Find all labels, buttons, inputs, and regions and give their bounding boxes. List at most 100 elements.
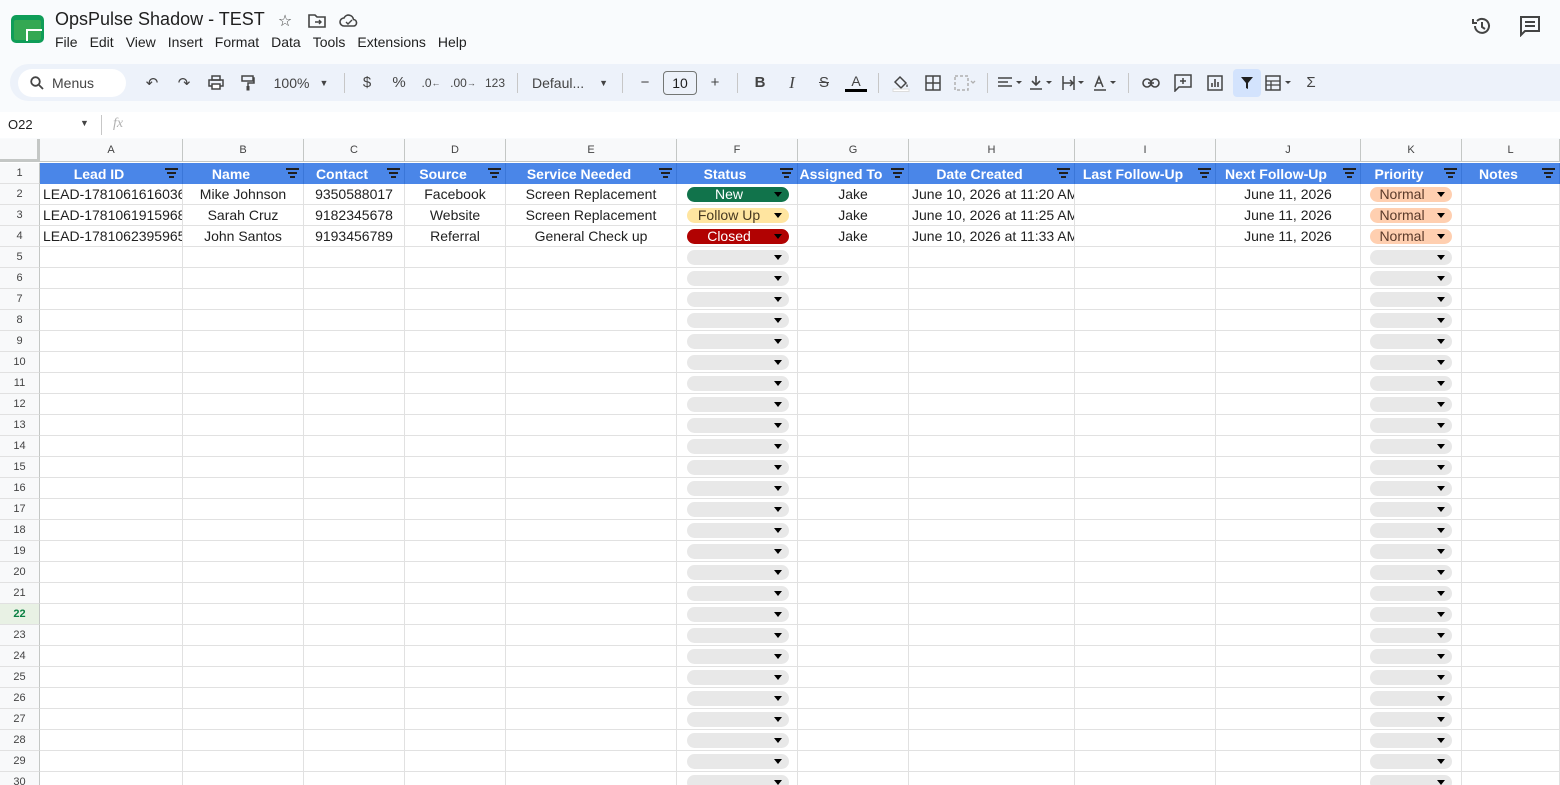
column-header-f[interactable]: F [677, 139, 798, 162]
priority-dropdown-chip[interactable] [1370, 523, 1452, 538]
cell-contact[interactable] [304, 751, 405, 772]
cell-lead-id[interactable] [40, 310, 183, 331]
cell-last[interactable] [1075, 499, 1216, 520]
name-box[interactable]: O22 [8, 117, 33, 132]
priority-dropdown-chip[interactable] [1370, 544, 1452, 559]
cell-source[interactable] [405, 520, 506, 541]
cell-notes[interactable] [1462, 205, 1560, 226]
column-header-i[interactable]: I [1075, 139, 1216, 162]
priority-dropdown-chip[interactable] [1370, 502, 1452, 517]
cell-contact[interactable]: 9193456789 [304, 226, 405, 247]
cell-assigned[interactable] [798, 478, 909, 499]
cell-notes[interactable] [1462, 688, 1560, 709]
cell-next[interactable] [1216, 625, 1361, 646]
cell-next[interactable] [1216, 646, 1361, 667]
cell-notes[interactable] [1462, 709, 1560, 730]
row-header-3[interactable]: 3 [0, 205, 40, 226]
cell-name[interactable] [183, 730, 304, 751]
fill-color-icon[interactable] [887, 69, 915, 97]
status-dropdown-chip[interactable] [687, 523, 789, 538]
cell-last[interactable] [1075, 625, 1216, 646]
cell-notes[interactable] [1462, 541, 1560, 562]
cell-lead-id[interactable] [40, 730, 183, 751]
cell-assigned[interactable]: Jake [798, 205, 909, 226]
menus-search[interactable]: Menus [18, 68, 126, 97]
merge-cells-icon[interactable] [951, 69, 979, 97]
menu-help[interactable]: Help [438, 34, 473, 50]
cell-assigned[interactable]: Jake [798, 184, 909, 205]
status-dropdown-chip[interactable] [687, 544, 789, 559]
header-cell-source[interactable]: Source [405, 163, 506, 184]
cell-source[interactable]: Referral [405, 226, 506, 247]
cell-lead-id[interactable] [40, 709, 183, 730]
row-header-25[interactable]: 25 [0, 667, 40, 688]
cell-service[interactable] [506, 604, 677, 625]
cell-created[interactable] [909, 331, 1075, 352]
cell-name[interactable]: Mike Johnson [183, 184, 304, 205]
insert-comment-icon[interactable] [1169, 69, 1197, 97]
font-size-input[interactable]: 10 [663, 70, 697, 95]
status-dropdown-chip[interactable] [687, 292, 789, 307]
cell-service[interactable] [506, 310, 677, 331]
cell-service[interactable] [506, 331, 677, 352]
cell-contact[interactable] [304, 394, 405, 415]
row-header-21[interactable]: 21 [0, 583, 40, 604]
cell-source[interactable] [405, 268, 506, 289]
cell-lead-id[interactable] [40, 289, 183, 310]
cell-contact[interactable] [304, 247, 405, 268]
menu-edit[interactable]: Edit [90, 34, 120, 50]
cell-next[interactable] [1216, 457, 1361, 478]
priority-dropdown-chip[interactable] [1370, 775, 1452, 785]
priority-dropdown-chip[interactable] [1370, 250, 1452, 265]
cell-service[interactable] [506, 688, 677, 709]
row-header-10[interactable]: 10 [0, 352, 40, 373]
row-header-19[interactable]: 19 [0, 541, 40, 562]
cell-created[interactable] [909, 352, 1075, 373]
chevron-down-icon[interactable]: ▼ [80, 118, 89, 128]
cell-created[interactable] [909, 625, 1075, 646]
cell-notes[interactable] [1462, 436, 1560, 457]
cell-service[interactable] [506, 646, 677, 667]
status-dropdown-chip[interactable] [687, 775, 789, 785]
cell-last[interactable] [1075, 310, 1216, 331]
comments-icon[interactable] [1518, 14, 1542, 38]
cell-service[interactable] [506, 751, 677, 772]
increase-decimal-button[interactable]: .00 → [449, 69, 477, 97]
italic-button[interactable]: I [778, 69, 806, 97]
decrease-decimal-button[interactable]: .0 ← [417, 69, 445, 97]
status-dropdown-chip[interactable]: Follow Up [687, 208, 789, 223]
row-header-4[interactable]: 4 [0, 226, 40, 247]
cell-last[interactable] [1075, 457, 1216, 478]
cell-service[interactable] [506, 289, 677, 310]
priority-dropdown-chip[interactable] [1370, 397, 1452, 412]
column-header-c[interactable]: C [304, 139, 405, 162]
cell-notes[interactable] [1462, 268, 1560, 289]
row-header-8[interactable]: 8 [0, 310, 40, 331]
cell-next[interactable]: June 11, 2026 [1216, 226, 1361, 247]
cell-notes[interactable] [1462, 373, 1560, 394]
cell-assigned[interactable] [798, 331, 909, 352]
header-cell-created[interactable]: Date Created [909, 163, 1075, 184]
strikethrough-button[interactable]: S [810, 69, 838, 97]
cell-notes[interactable] [1462, 310, 1560, 331]
cell-assigned[interactable] [798, 625, 909, 646]
cell-notes[interactable] [1462, 289, 1560, 310]
cell-last[interactable] [1075, 415, 1216, 436]
cell-name[interactable] [183, 499, 304, 520]
move-folder-icon[interactable] [306, 11, 328, 31]
cell-last[interactable] [1075, 730, 1216, 751]
cell-contact[interactable] [304, 268, 405, 289]
cell-last[interactable] [1075, 562, 1216, 583]
cell-contact[interactable] [304, 583, 405, 604]
header-cell-lead-id[interactable]: Lead ID [40, 163, 183, 184]
cell-notes[interactable] [1462, 394, 1560, 415]
cell-last[interactable] [1075, 436, 1216, 457]
cell-next[interactable] [1216, 688, 1361, 709]
cell-notes[interactable] [1462, 415, 1560, 436]
cell-notes[interactable] [1462, 520, 1560, 541]
cell-source[interactable] [405, 373, 506, 394]
cell-service[interactable] [506, 541, 677, 562]
cell-source[interactable] [405, 625, 506, 646]
cell-assigned[interactable] [798, 751, 909, 772]
cell-name[interactable] [183, 583, 304, 604]
